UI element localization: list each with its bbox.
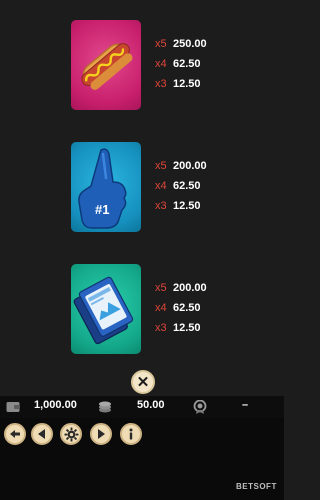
payout-amount: 62.50	[173, 302, 201, 314]
payout-line: x3 12.50	[155, 74, 275, 94]
previous-icon	[38, 429, 45, 439]
symbol-tile-hotdog	[71, 20, 141, 110]
symbol-tile-foam-finger: #1	[71, 142, 141, 232]
tickets-icon	[73, 276, 134, 345]
betsoft-logo: BETSOFT	[236, 482, 277, 491]
payout-line: x4 62.50	[155, 54, 275, 74]
multiplier-label: x5	[155, 38, 167, 50]
bet-value: 50.00	[137, 399, 165, 411]
symbol-tile-tickets	[71, 264, 141, 354]
payout-amount: 250.00	[173, 38, 207, 50]
info-bar: 1,000.00 50.00 –	[0, 396, 284, 418]
multiplier-label: x3	[155, 200, 167, 212]
symbol-row-tickets: x5 200.00 x4 62.50 x3 12.50	[0, 264, 284, 354]
close-icon: ✕	[136, 373, 150, 391]
next-icon	[98, 429, 105, 439]
close-button[interactable]: ✕	[131, 370, 155, 394]
gear-icon	[63, 426, 79, 442]
multiplier-label: x3	[155, 78, 167, 90]
info-button[interactable]	[120, 423, 142, 445]
previous-button[interactable]	[31, 423, 53, 445]
multiplier-label: x5	[155, 160, 167, 172]
payout-line: x4 62.50	[155, 176, 275, 196]
coins-icon	[99, 401, 111, 413]
payout-amount: 12.50	[173, 78, 201, 90]
payout-amount: 62.50	[173, 58, 201, 70]
paytable-panel: x5 250.00 x4 62.50 x3 12.50 #1 x5 200.00 x4 6…	[0, 0, 284, 368]
payout-line: x5 200.00	[155, 156, 275, 176]
back-arrow-icon	[10, 430, 20, 438]
info-icon	[129, 428, 133, 440]
wallet-icon	[6, 402, 20, 412]
payout-amount: 62.50	[173, 180, 201, 192]
medal-icon	[193, 400, 207, 414]
payout-line: x4 62.50	[155, 298, 275, 318]
payout-list-foam-finger: x5 200.00 x4 62.50 x3 12.50	[155, 156, 275, 216]
foam-finger-icon: #1	[78, 148, 127, 229]
payout-list-tickets: x5 200.00 x4 62.50 x3 12.50	[155, 278, 275, 338]
payout-line: x3 12.50	[155, 318, 275, 338]
payout-amount: 200.00	[173, 160, 207, 172]
next-button[interactable]	[90, 423, 112, 445]
balance-value: 1,000.00	[34, 399, 77, 411]
hotdog-icon	[81, 43, 133, 90]
settings-button[interactable]	[60, 423, 82, 445]
multiplier-label: x3	[155, 322, 167, 334]
back-button[interactable]	[4, 423, 26, 445]
payout-amount: 12.50	[173, 200, 201, 212]
payout-amount: 12.50	[173, 322, 201, 334]
payout-line: x5 250.00	[155, 34, 275, 54]
payout-line: x3 12.50	[155, 196, 275, 216]
multiplier-label: x4	[155, 58, 167, 70]
payout-amount: 200.00	[173, 282, 207, 294]
win-value: –	[242, 399, 249, 411]
multiplier-label: x4	[155, 302, 167, 314]
payout-line: x5 200.00	[155, 278, 275, 298]
symbol-row-hotdog: x5 250.00 x4 62.50 x3 12.50	[0, 20, 284, 110]
foam-finger-badge: #1	[95, 202, 109, 217]
multiplier-label: x5	[155, 282, 167, 294]
symbol-row-foam-finger: #1 x5 200.00 x4 62.50 x3 12.50	[0, 142, 284, 232]
payout-list-hotdog: x5 250.00 x4 62.50 x3 12.50	[155, 34, 275, 94]
multiplier-label: x4	[155, 180, 167, 192]
